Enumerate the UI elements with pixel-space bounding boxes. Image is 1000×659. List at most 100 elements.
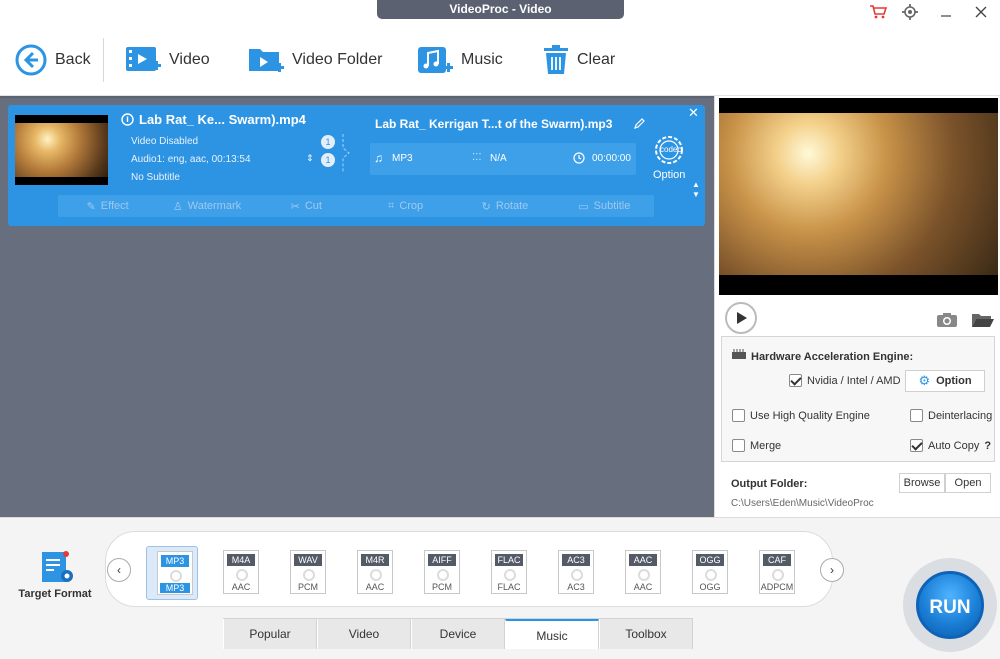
audio-file-icon: AC3 AC3 [558, 550, 594, 594]
settings-gear-icon[interactable] [899, 2, 921, 22]
chevron-left-icon: ‹ [117, 563, 121, 577]
output-resolution: N/A [490, 153, 507, 164]
output-duration: 00:00:00 [592, 153, 631, 164]
tab-music[interactable]: Music [505, 619, 599, 649]
tab-video[interactable]: Video [317, 619, 411, 649]
audio-select-arrows-icon[interactable]: ⇕ [306, 153, 314, 164]
format-codec: FLAC [497, 582, 521, 592]
format-item[interactable]: MP3 MP3 [146, 546, 198, 600]
disc-icon [170, 570, 182, 582]
hw-accel-label: Nvidia / Intel / AMD [807, 374, 901, 387]
video-folder-label: Video Folder [292, 51, 383, 68]
add-music-button[interactable]: Music [417, 42, 503, 78]
format-tag: AAC [629, 554, 657, 566]
source-file-name: Lab Rat_ Ke... Swarm).mp4 [139, 112, 306, 127]
watermark-label: Watermark [187, 200, 242, 212]
disc-icon [705, 569, 717, 581]
cut-tab[interactable]: ✂ Cut [257, 195, 356, 217]
open-button[interactable]: Open [945, 473, 991, 493]
high-quality-label: Use High Quality Engine [750, 409, 870, 422]
format-codec: AAC [633, 582, 653, 592]
format-item[interactable]: M4A AAC [213, 546, 265, 600]
merge-check-box[interactable] [732, 439, 745, 452]
effect-tab[interactable]: ✎ Effect [58, 195, 157, 217]
merge-checkbox[interactable]: Merge [732, 439, 781, 452]
scissors-icon: ✂ [290, 200, 300, 213]
auto-copy-checkbox[interactable]: Auto Copy ? [910, 439, 991, 452]
format-item[interactable]: FLAC FLAC [481, 546, 533, 600]
auto-copy-check-box[interactable] [910, 439, 923, 452]
back-button[interactable]: Back [15, 42, 91, 78]
task-workspace: Lab Rat_ Ke... Swarm).mp4 Video Disabled… [0, 96, 714, 517]
open-folder-icon[interactable] [971, 312, 995, 328]
scroll-right-button[interactable]: › [820, 558, 844, 582]
video-thumbnail[interactable] [15, 115, 108, 185]
browse-button[interactable]: Browse [899, 473, 945, 493]
crop-label: Crop [399, 200, 424, 212]
add-video-folder-button[interactable]: Video Folder [248, 42, 382, 78]
close-icon[interactable] [970, 2, 992, 22]
hw-accel-checkbox[interactable]: Nvidia / Intel / AMD [789, 374, 901, 387]
tab-toolbox[interactable]: Toolbox [599, 619, 693, 649]
hw-accel-check-box[interactable] [789, 374, 802, 387]
run-button[interactable]: RUN [916, 571, 984, 639]
format-item[interactable]: M4R AAC [347, 546, 399, 600]
video-track-count: 1 [321, 135, 335, 149]
format-item[interactable]: AIFF PCM [414, 546, 466, 600]
audio-info[interactable]: Audio1: eng, aac, 00:13:54 [131, 154, 251, 165]
music-note-icon: ♫ [374, 151, 383, 165]
clear-label: Clear [577, 51, 616, 68]
back-arrow-icon [15, 44, 47, 76]
format-tag: AC3 [562, 554, 590, 566]
format-tag: AIFF [428, 554, 456, 566]
format-item[interactable]: OGG OGG [682, 546, 734, 600]
hw-option-button[interactable]: ⚙ Option [905, 370, 985, 392]
tab-device[interactable]: Device [411, 619, 505, 649]
disc-icon [236, 569, 248, 581]
audio-file-icon: AIFF PCM [424, 550, 460, 594]
video-preview[interactable] [719, 98, 998, 295]
format-codec: OGG [699, 582, 721, 592]
scroll-left-button[interactable]: ‹ [107, 558, 131, 582]
deinterlacing-checkbox[interactable]: Deinterlacing [910, 409, 992, 422]
format-item[interactable]: AAC AAC [615, 546, 667, 600]
high-quality-check-box[interactable] [732, 409, 745, 422]
deinterlacing-check-box[interactable] [910, 409, 923, 422]
tab-popular[interactable]: Popular [223, 619, 317, 649]
music-plus-icon [418, 47, 453, 73]
format-codec: ADPCM [760, 582, 794, 592]
codec-option-label[interactable]: Option [653, 169, 685, 181]
info-icon[interactable] [121, 113, 134, 126]
format-item[interactable]: WAV PCM [280, 546, 332, 600]
crop-tab[interactable]: ⌗ Crop [356, 195, 455, 217]
remove-task-icon[interactable]: ✕ [688, 105, 699, 121]
format-tag: FLAC [495, 554, 523, 566]
subtitle-label: Subtitle [593, 200, 631, 212]
format-item[interactable]: CAF ADPCM [749, 546, 801, 600]
cart-icon[interactable] [867, 2, 889, 22]
watermark-tab[interactable]: ♙ Watermark [157, 195, 256, 217]
subtitle-info[interactable]: No Subtitle [131, 172, 180, 183]
play-icon [737, 312, 747, 324]
audio-file-icon: OGG OGG [692, 550, 728, 594]
play-button[interactable] [725, 302, 757, 334]
target-format-button[interactable]: Target Format [10, 546, 100, 606]
high-quality-checkbox[interactable]: Use High Quality Engine [732, 409, 870, 422]
audio-file-icon: FLAC FLAC [491, 550, 527, 594]
snapshot-camera-icon[interactable] [936, 312, 958, 328]
rotate-tab[interactable]: ↻ Rotate [455, 195, 554, 217]
subtitle-tab[interactable]: ▭ Subtitle [555, 195, 654, 217]
minimize-icon[interactable] [935, 2, 957, 22]
audio-file-icon: M4R AAC [357, 550, 393, 594]
rotate-icon: ↻ [481, 200, 491, 213]
video-task-card[interactable]: Lab Rat_ Ke... Swarm).mp4 Video Disabled… [8, 105, 705, 226]
help-icon[interactable]: ? [984, 440, 991, 452]
format-item[interactable]: AC3 AC3 [548, 546, 600, 600]
codec-option-button[interactable]: codec [652, 133, 686, 167]
format-codec: AAC [365, 582, 385, 592]
clear-button[interactable]: Clear [543, 42, 615, 78]
audio-track-count: 1 [321, 153, 335, 167]
add-video-button[interactable]: Video [125, 42, 210, 78]
rename-pencil-icon[interactable] [634, 118, 645, 129]
reorder-arrows-icon[interactable]: ▲ ▼ [692, 180, 700, 200]
